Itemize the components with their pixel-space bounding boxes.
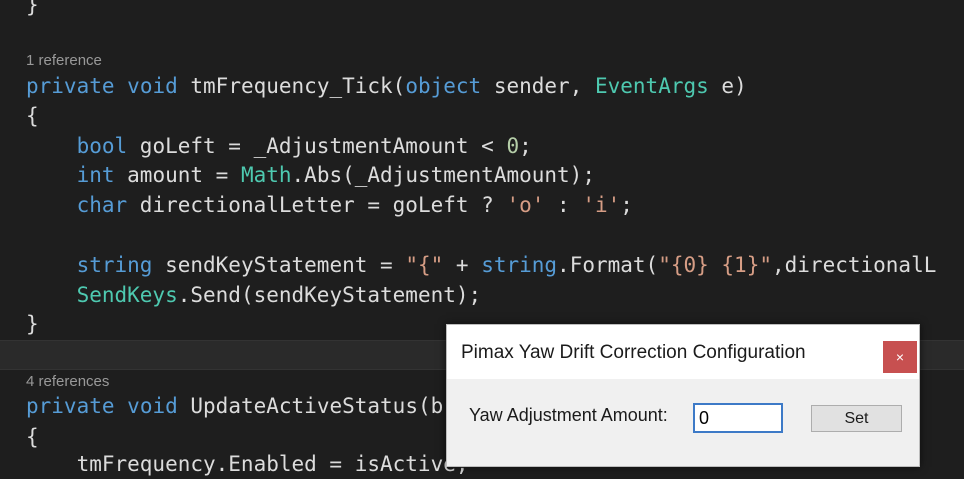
code-token: 0: [506, 134, 520, 158]
code-line[interactable]: int amount = Math.Abs(_AdjustmentAmount)…: [26, 160, 595, 190]
code-line[interactable]: {: [26, 422, 39, 452]
code-token: private: [26, 394, 115, 418]
code-line[interactable]: }: [26, 0, 39, 20]
code-token: tmFrequency_Tick(: [177, 74, 406, 98]
code-lens-references[interactable]: 1 reference: [26, 51, 102, 71]
code-token: int: [76, 163, 115, 187]
dialog-title: Pimax Yaw Drift Correction Configuration: [461, 342, 806, 363]
code-token: void: [127, 394, 178, 418]
code-token: sendKeyStatement =: [152, 253, 406, 277]
code-token: .Format(: [557, 253, 659, 277]
code-token: private: [26, 74, 115, 98]
code-token: string: [481, 253, 558, 277]
dialog-titlebar[interactable]: Pimax Yaw Drift Correction Configuration…: [447, 325, 919, 379]
code-line[interactable]: private void tmFrequency_Tick(object sen…: [26, 71, 747, 101]
code-token: object: [405, 74, 482, 98]
code-token: string: [76, 253, 153, 277]
code-line[interactable]: string sendKeyStatement = "{" + string.F…: [26, 250, 937, 280]
code-token: bool: [76, 134, 128, 158]
code-token: char: [76, 193, 128, 217]
code-line[interactable]: char directionalLetter = goLeft ? 'o' : …: [26, 190, 633, 220]
code-token: }: [26, 312, 39, 336]
code-token: ;: [620, 193, 633, 217]
code-token: .Send(sendKeyStatement);: [177, 283, 482, 307]
code-token: Math: [240, 163, 292, 187]
code-token: directionalLetter = goLeft ?: [127, 193, 507, 217]
yaw-adjustment-label: Yaw Adjustment Amount:: [469, 405, 668, 425]
close-button[interactable]: ×: [883, 341, 917, 373]
code-token: :: [544, 193, 583, 217]
code-lens-references[interactable]: 4 references: [26, 372, 109, 392]
code-token: "{": [405, 253, 444, 277]
code-token: ,directionalL: [772, 253, 937, 277]
yaw-adjustment-input[interactable]: [693, 403, 783, 433]
code-line[interactable]: }: [26, 309, 39, 339]
code-token: SendKeys: [76, 283, 178, 307]
code-token: ;: [519, 134, 532, 158]
code-token: tmFrequency.Enabled = isActive;: [26, 452, 469, 476]
code-token: sender,: [481, 74, 595, 98]
code-line[interactable]: bool goLeft = _AdjustmentAmount < 0;: [26, 131, 532, 161]
code-token: }: [26, 0, 39, 17]
code-token: goLeft = _AdjustmentAmount <: [127, 134, 507, 158]
code-line[interactable]: private void UpdateActiveStatus(b: [26, 391, 443, 421]
code-token: 'o': [506, 193, 545, 217]
code-token: .Abs(_AdjustmentAmount);: [291, 163, 595, 187]
set-button[interactable]: Set: [811, 405, 902, 432]
code-token: e): [708, 74, 747, 98]
config-dialog: Pimax Yaw Drift Correction Configuration…: [446, 324, 920, 467]
code-token: amount =: [114, 163, 241, 187]
code-line[interactable]: {: [26, 101, 39, 131]
code-token: UpdateActiveStatus(b: [177, 394, 444, 418]
code-token: "{0} {1}": [658, 253, 772, 277]
code-token: EventArgs: [594, 74, 709, 98]
close-icon: ×: [895, 349, 905, 365]
code-token: +: [443, 253, 482, 277]
code-token: 'i': [582, 193, 621, 217]
code-line[interactable]: SendKeys.Send(sendKeyStatement);: [26, 280, 482, 310]
code-token: {: [26, 104, 39, 128]
code-token: void: [127, 74, 178, 98]
code-line[interactable]: tmFrequency.Enabled = isActive;: [26, 449, 469, 479]
code-token: {: [26, 425, 39, 449]
